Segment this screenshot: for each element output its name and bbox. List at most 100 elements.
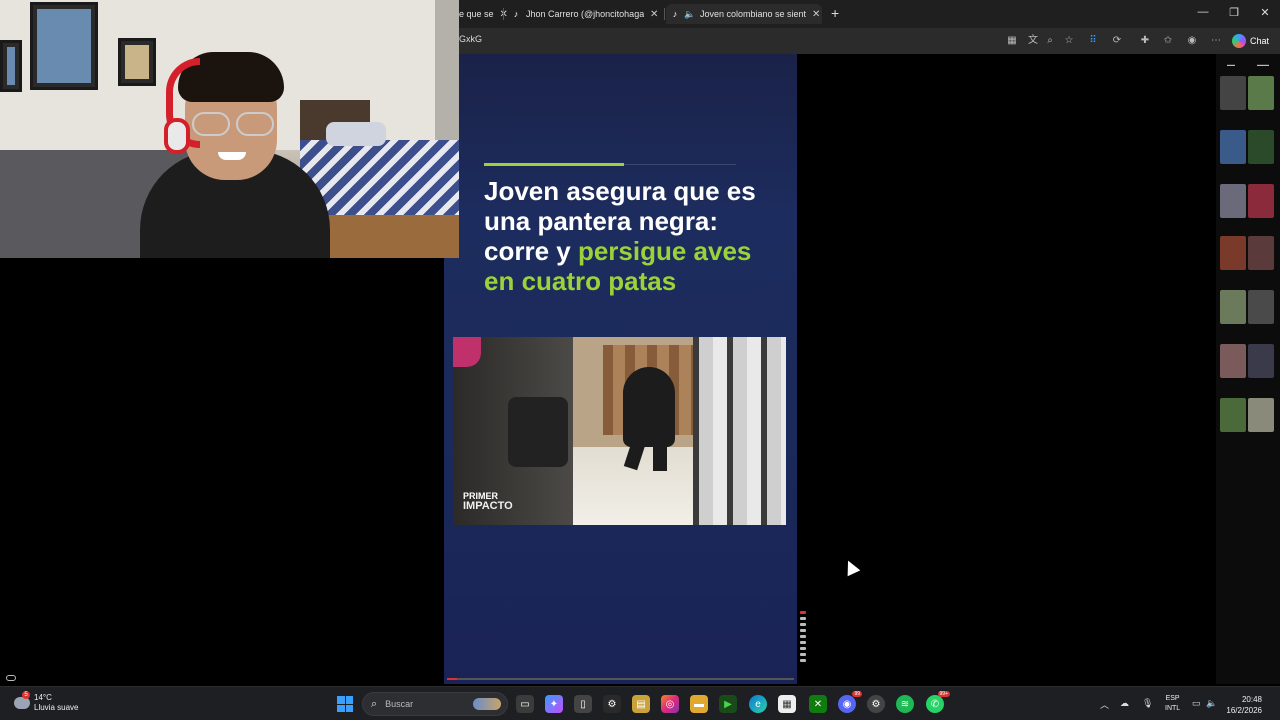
wall-frame xyxy=(0,40,22,92)
video-thumbnail[interactable] xyxy=(1248,290,1274,324)
apps-grid-icon[interactable]: ⠿ xyxy=(1086,34,1100,48)
volume-icon[interactable]: 🔈 xyxy=(1206,698,1217,709)
notes-app-icon[interactable]: ▯ xyxy=(574,695,592,713)
video-thumbnail[interactable] xyxy=(1220,290,1246,324)
task-view-icon[interactable]: ▭ xyxy=(516,695,534,713)
recommended-sidebar: ▬▬ ▬▬▬ xyxy=(1216,54,1280,684)
translate-icon[interactable]: 文 xyxy=(1026,34,1040,48)
copilot-chat-button[interactable]: Chat xyxy=(1232,32,1269,50)
extensions-icon[interactable]: ⟳ xyxy=(1110,34,1124,48)
video-thumbnail[interactable] xyxy=(1248,76,1274,110)
search-icon: ⌕ xyxy=(371,697,378,710)
streamer-mouth xyxy=(218,152,246,160)
zoom-icon[interactable]: ⌕ xyxy=(1043,34,1057,48)
microphone-icon[interactable]: 🎙 xyxy=(1142,698,1153,709)
file-explorer-icon[interactable]: ▤ xyxy=(632,695,650,713)
windows-taskbar: 5 14°C Lluvia suave ⌕ Buscar ▭ ✦ ▯ ⚙ ▤ ◎… xyxy=(0,686,1280,720)
headphone-cup xyxy=(164,118,190,154)
favorites-icon[interactable]: ✩ xyxy=(1161,34,1175,48)
profile-avatar-icon[interactable]: ◉ xyxy=(1185,34,1199,48)
app-available-icon[interactable]: ▦ xyxy=(1005,34,1019,48)
tiktok-icon: ♪ xyxy=(672,9,678,19)
browser-tab-active[interactable]: ♪ 🔈 Joven colombiano se siente c… ✕ xyxy=(666,4,822,24)
puzzle-icon[interactable]: ✚ xyxy=(1138,34,1152,48)
minimize-icon[interactable]: — xyxy=(1196,6,1210,18)
xbox-icon[interactable]: ✕ xyxy=(809,695,827,713)
webcam-door xyxy=(435,0,459,140)
video-clip: PRIMER IMPACTO xyxy=(453,337,786,525)
tab-title: e que se xyxy=(459,9,494,19)
new-tab-icon[interactable]: + xyxy=(831,5,839,21)
video-action-rail xyxy=(798,608,808,684)
mouse-cursor xyxy=(841,557,861,577)
browser-tab[interactable]: ♪ Jhon Carrero (@jhoncitohagame … ✕ xyxy=(509,4,662,24)
webcam-overlay xyxy=(0,0,459,258)
system-clock[interactable]: 20:48 16/2/2026 xyxy=(1218,694,1262,716)
store-icon[interactable]: ▦ xyxy=(778,695,796,713)
copilot-icon xyxy=(1232,34,1246,48)
primer-impacto-logo: PRIMER IMPACTO xyxy=(463,491,513,512)
restore-icon[interactable]: ❐ xyxy=(1227,6,1241,19)
speaker-icon[interactable]: 🔈 xyxy=(684,9,695,19)
show-hidden-icons[interactable]: ︿ xyxy=(1100,698,1109,711)
weather-widget[interactable]: 5 14°C Lluvia suave xyxy=(14,691,79,713)
language-indicator[interactable]: ESP INTL xyxy=(1165,694,1180,714)
glasses xyxy=(190,112,276,138)
video-player[interactable]: Joven asegura que es una pantera negra: … xyxy=(444,54,797,684)
toggle-icon[interactable] xyxy=(6,675,16,681)
crawling-person xyxy=(623,367,675,447)
video-headline: Joven asegura que es una pantera negra: … xyxy=(484,176,774,296)
video-thumbnail[interactable] xyxy=(1220,344,1246,378)
spotify-icon[interactable]: ≋ xyxy=(896,695,914,713)
weather-temp: 14°C xyxy=(34,693,52,702)
windows-start-icon[interactable] xyxy=(337,696,353,712)
video-thumbnail[interactable] xyxy=(1248,344,1274,378)
steam-icon[interactable]: ⚙ xyxy=(867,695,885,713)
folder-icon[interactable]: ▬ xyxy=(690,695,708,713)
clock-date: 16/2/2026 xyxy=(1226,706,1262,715)
whatsapp-icon[interactable]: ✆ 99+ xyxy=(926,691,950,713)
url-text[interactable]: GxkG xyxy=(459,34,482,44)
close-window-icon[interactable]: ✕ xyxy=(1258,6,1272,19)
favorite-star-icon[interactable]: ☆ xyxy=(1062,34,1076,48)
wall-frame xyxy=(118,38,156,86)
video-thumbnail[interactable] xyxy=(1248,236,1274,270)
tab-close-icon[interactable]: ✕ xyxy=(812,9,820,20)
video-thumbnail[interactable] xyxy=(1248,184,1274,218)
address-bar: GxkG ▦ 文 ⌕ ☆ ⠿ ⟳ ✚ ✩ ◉ ⋯ Chat xyxy=(459,28,1280,54)
copilot-app-icon[interactable]: ✦ xyxy=(545,695,563,713)
tab-title: Jhon Carrero (@jhoncitohagame … xyxy=(526,9,644,19)
video-thumbnail[interactable] xyxy=(1220,236,1246,270)
chat-label: Chat xyxy=(1250,36,1270,46)
sidebar-header: ▬▬ ▬▬▬ xyxy=(1227,62,1269,67)
video-progress-bar[interactable] xyxy=(447,678,794,680)
video-thumbnail[interactable] xyxy=(1220,184,1246,218)
onedrive-icon[interactable]: ☁ xyxy=(1120,698,1129,709)
browser-tab[interactable]: e que se ✕ xyxy=(459,4,507,24)
wall-frame xyxy=(30,2,98,90)
tab-close-icon[interactable]: ✕ xyxy=(650,9,658,20)
desktop-screen: e que se ✕ ♪ Jhon Carrero (@jhoncitohaga… xyxy=(0,0,1280,720)
video-thumbnail[interactable] xyxy=(1248,398,1274,432)
edge-browser-icon[interactable]: e xyxy=(749,695,767,713)
network-icon[interactable]: ▭ xyxy=(1192,698,1201,709)
more-menu-icon[interactable]: ⋯ xyxy=(1209,34,1223,48)
settings-app-icon[interactable]: ⚙ xyxy=(603,695,621,713)
accent-line xyxy=(484,163,736,166)
browser-tab-bar: e que se ✕ ♪ Jhon Carrero (@jhoncitohaga… xyxy=(459,0,1280,28)
video-thumbnail[interactable] xyxy=(1220,76,1246,110)
discord-icon[interactable]: ◉ 99 xyxy=(838,691,862,713)
search-highlight-icon xyxy=(473,698,501,710)
taskbar-search[interactable]: ⌕ Buscar xyxy=(362,692,508,716)
instagram-icon[interactable]: ◎ xyxy=(661,695,679,713)
weather-desc: Lluvia suave xyxy=(34,703,79,712)
webcam-pillow xyxy=(326,122,386,146)
play-store-icon[interactable]: ▶ xyxy=(719,695,737,713)
video-thumbnail[interactable] xyxy=(1220,130,1246,164)
clock-time: 20:48 xyxy=(1241,695,1262,704)
tab-title: Joven colombiano se siente c… xyxy=(700,9,806,19)
video-thumbnail[interactable] xyxy=(1220,398,1246,432)
tiktok-icon: ♪ xyxy=(513,9,519,19)
rain-cloud-icon: 5 xyxy=(14,691,30,709)
video-thumbnail[interactable] xyxy=(1248,130,1274,164)
